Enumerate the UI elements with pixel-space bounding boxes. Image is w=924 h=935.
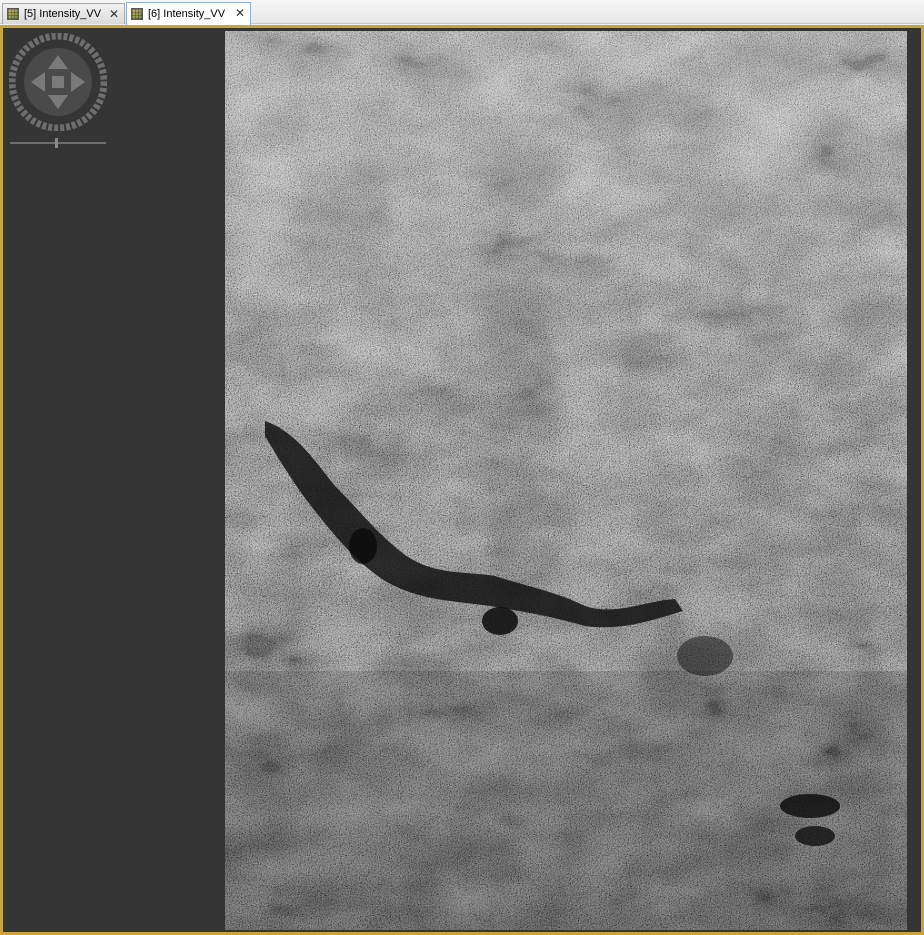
- image-view-background: [6, 31, 226, 932]
- close-icon[interactable]: ✕: [109, 6, 119, 22]
- tab-label: [5] Intensity_VV: [24, 8, 102, 20]
- tab-intensity-vv-6[interactable]: [6] Intensity_VV ✕: [126, 2, 251, 25]
- tab-label: [6] Intensity_VV: [148, 8, 226, 20]
- tab-intensity-vv-5[interactable]: [5] Intensity_VV ✕: [2, 3, 125, 24]
- image-band-icon: [131, 8, 143, 20]
- dark-patch: [482, 607, 518, 635]
- sar-intensity-image[interactable]: [225, 31, 907, 930]
- image-view-frame: [0, 25, 924, 935]
- sar-speckle-raster: [225, 31, 907, 930]
- zoom-slider-icon[interactable]: [10, 137, 106, 149]
- image-view-right-margin: [907, 31, 921, 930]
- tab-bar: [5] Intensity_VV ✕ [6] Intensity_VV ✕: [0, 0, 924, 25]
- dark-patch: [349, 528, 377, 564]
- pan-center-icon[interactable]: [52, 76, 64, 88]
- zoom-slider-handle[interactable]: [55, 138, 58, 148]
- close-icon[interactable]: ✕: [235, 5, 245, 21]
- image-band-icon: [7, 8, 19, 20]
- pan-navigation-icon[interactable]: [9, 33, 107, 131]
- dark-patch: [677, 636, 733, 676]
